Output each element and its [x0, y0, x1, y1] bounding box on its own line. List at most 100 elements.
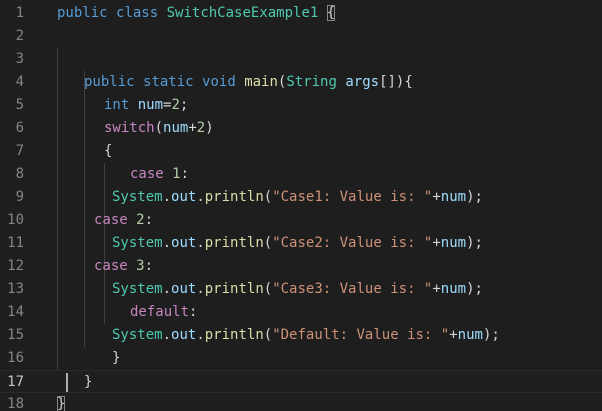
- code-token: 1: [172, 166, 181, 182]
- code-line[interactable]: 13 System.out.println("Case3: Value is: "…: [0, 278, 602, 301]
- line-number: 11: [7, 235, 24, 251]
- code-line[interactable]: 15 System.out.println("Default: Value is:…: [0, 324, 602, 347]
- code-token: .: [196, 189, 205, 205]
- line-code[interactable]: }: [57, 393, 66, 411]
- code-token: println: [204, 281, 264, 297]
- line-code[interactable]: case 2:: [94, 209, 153, 232]
- code-token: num: [137, 97, 164, 113]
- code-line[interactable]: 10 case 2:: [0, 209, 602, 232]
- code-token: (: [263, 235, 273, 251]
- code-line[interactable]: 9 System.out.println("Case1: Value is: "+…: [0, 186, 602, 209]
- code-token: System: [112, 235, 163, 251]
- code-token: ): [205, 120, 214, 136]
- code-token: {: [326, 5, 336, 21]
- code-token: println: [204, 327, 264, 343]
- code-token: num: [440, 281, 467, 297]
- code-editor[interactable]: 1 public class SwitchCaseExample1 {2 3 4 pub…: [0, 0, 602, 411]
- code-token: (: [154, 120, 164, 136]
- line-code[interactable]: }: [112, 347, 120, 370]
- code-token: case: [94, 212, 128, 228]
- code-token: out: [171, 281, 197, 297]
- code-line[interactable]: 14 default:: [0, 301, 602, 324]
- line-code[interactable]: case 3:: [94, 255, 153, 278]
- code-token: {: [104, 143, 113, 159]
- code-token: +: [432, 189, 441, 205]
- code-token: 2: [171, 97, 180, 113]
- line-code[interactable]: }: [84, 371, 92, 394]
- code-line[interactable]: 6 switch(num+2): [0, 117, 602, 140]
- code-token: num: [163, 120, 189, 136]
- line-code[interactable]: System.out.println("Case3: Value is: "+n…: [112, 278, 483, 301]
- code-token: System: [112, 281, 163, 297]
- code-token: .: [162, 327, 172, 343]
- line-code[interactable]: public static void main(String args[]){: [84, 71, 413, 94]
- code-token: +: [432, 281, 441, 297]
- code-token: System: [112, 327, 163, 343]
- code-token: );: [466, 281, 483, 297]
- line-code[interactable]: public class SwitchCaseExample1 {: [57, 2, 336, 25]
- code-line[interactable]: 5 int num=2;: [0, 94, 602, 117]
- code-line[interactable]: 3: [0, 48, 602, 71]
- code-line[interactable]: 16}: [0, 347, 602, 370]
- code-token: .: [196, 235, 205, 251]
- code-token: out: [171, 327, 197, 343]
- line-code[interactable]: System.out.println("Default: Value is: "…: [112, 324, 500, 347]
- line-code[interactable]: switch(num+2): [104, 117, 214, 140]
- line-number: 3: [15, 51, 24, 67]
- line-code[interactable]: System.out.println("Case1: Value is: "+n…: [112, 186, 483, 209]
- code-token: +: [188, 120, 197, 136]
- line-number: 7: [15, 143, 24, 159]
- code-token: default: [130, 304, 190, 320]
- code-token: (: [263, 281, 273, 297]
- code-token: +: [432, 235, 441, 251]
- text-cursor: [66, 373, 68, 392]
- code-token: :: [144, 212, 154, 228]
- code-line[interactable]: 8 case 1:: [0, 163, 602, 186]
- code-token: );: [466, 189, 483, 205]
- code-token: }: [57, 396, 66, 411]
- code-line[interactable]: 18}: [0, 393, 602, 411]
- line-number: 2: [15, 28, 24, 44]
- code-token: SwitchCaseExample1: [166, 5, 319, 21]
- code-token: );: [466, 235, 483, 251]
- code-token: out: [171, 189, 197, 205]
- code-token: "Default: Value is: ": [272, 327, 450, 343]
- line-number: 9: [15, 189, 24, 205]
- code-token: .: [196, 327, 205, 343]
- code-token: .: [162, 281, 172, 297]
- line-code[interactable]: {: [104, 140, 112, 163]
- code-token: int: [104, 97, 130, 113]
- line-number: 14: [7, 304, 24, 320]
- line-number: 17: [7, 374, 24, 390]
- line-code[interactable]: System.out.println("Case2: Value is: "+n…: [112, 232, 483, 255]
- code-token: System: [112, 189, 163, 205]
- code-token: void: [202, 74, 236, 90]
- code-line[interactable]: 4 public static void main(String args[]){: [0, 71, 602, 94]
- code-line[interactable]: 2: [0, 25, 602, 48]
- code-token: public: [57, 5, 108, 21]
- code-line[interactable]: 7{: [0, 140, 602, 163]
- code-token: .: [162, 235, 172, 251]
- code-token: :: [144, 258, 154, 274]
- line-number: 4: [15, 74, 24, 90]
- code-token: :: [180, 166, 190, 182]
- line-code[interactable]: default:: [130, 301, 197, 324]
- code-token: out: [171, 235, 197, 251]
- code-line[interactable]: 12 case 3:: [0, 255, 602, 278]
- line-number: 5: [15, 97, 24, 113]
- code-token: .: [196, 281, 205, 297]
- code-line[interactable]: 11 System.out.println("Case2: Value is: "…: [0, 232, 602, 255]
- code-token: case: [94, 258, 128, 274]
- code-token: +: [449, 327, 458, 343]
- code-line[interactable]: 1 public class SwitchCaseExample1 {: [0, 2, 602, 25]
- code-line[interactable]: 17}: [0, 370, 602, 393]
- line-number: 13: [7, 281, 24, 297]
- code-token: static: [143, 74, 194, 90]
- line-code[interactable]: case 1:: [130, 163, 189, 186]
- line-code[interactable]: int num=2;: [104, 94, 188, 117]
- code-token: "Case3: Value is: ": [272, 281, 433, 297]
